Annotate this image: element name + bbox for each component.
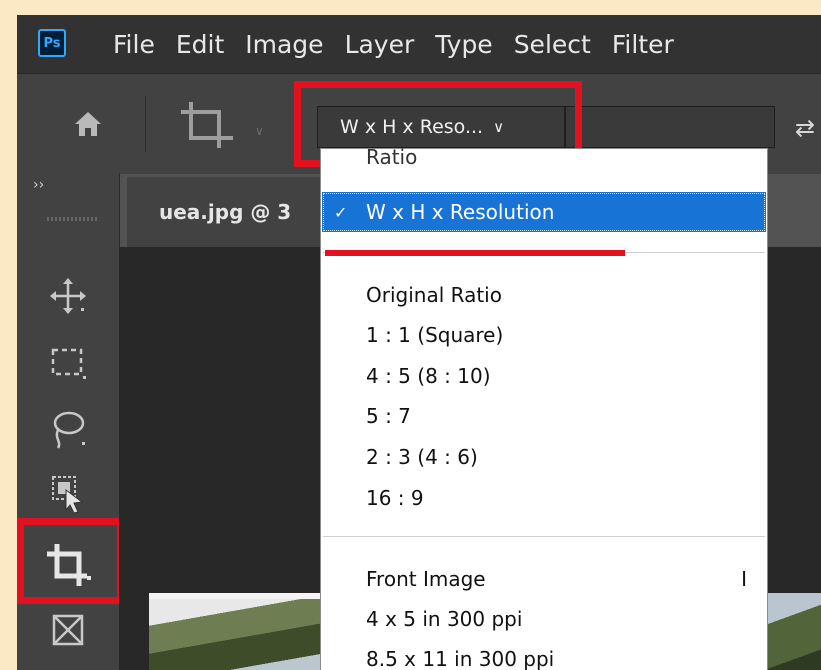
menu-items: File Edit Image Layer Type Select Filter: [113, 15, 695, 73]
ratio-width-input[interactable]: [565, 106, 775, 148]
checkmark-icon: ✓: [334, 202, 348, 222]
home-icon[interactable]: [73, 110, 103, 142]
highlight-box-crop-tool: [17, 518, 124, 604]
menu-image[interactable]: Image: [245, 30, 323, 59]
menu-item-square[interactable]: 1 : 1 (Square): [366, 323, 503, 347]
lasso-tool-icon[interactable]: [37, 401, 99, 459]
menu-item-label: Front Image: [366, 567, 486, 591]
menu-type[interactable]: Type: [435, 30, 492, 59]
frame-tool-icon[interactable]: [37, 601, 99, 659]
panel-grip[interactable]: [47, 217, 97, 221]
crop-tool-preset-icon[interactable]: [177, 98, 237, 154]
crop-preset-menu: Ratio ✓ W x H x Resolution Original Rati…: [320, 145, 768, 670]
image-preview: [149, 593, 329, 670]
menu-bar: Ps File Edit Image Layer Type Select Fil…: [17, 15, 821, 73]
menu-edit[interactable]: Edit: [176, 30, 224, 59]
options-separator: [145, 96, 146, 152]
menu-item-front-image[interactable]: Front Image I: [366, 567, 757, 591]
menu-item-2x3[interactable]: 2 : 3 (4 : 6): [366, 445, 478, 469]
menu-shortcut: I: [741, 567, 747, 591]
menu-item-original-ratio[interactable]: Original Ratio: [366, 283, 502, 307]
menu-divider: [323, 536, 765, 537]
document-tab-label: uea.jpg @ 3: [159, 200, 292, 224]
menu-item-label: W x H x Resolution: [366, 200, 555, 224]
menu-item-16x9[interactable]: 16 : 9: [366, 486, 424, 510]
photoshop-logo[interactable]: Ps: [38, 29, 66, 57]
menu-item-5x7[interactable]: 5 : 7: [366, 404, 411, 428]
highlight-underline: [325, 250, 625, 256]
menu-layer[interactable]: Layer: [345, 30, 415, 59]
menu-item-wxhxresolution[interactable]: ✓ W x H x Resolution: [322, 192, 766, 232]
menu-item-ratio[interactable]: Ratio: [366, 145, 417, 169]
object-selection-tool-icon[interactable]: [37, 465, 99, 523]
move-tool-icon[interactable]: [37, 267, 99, 325]
collapse-panel-icon[interactable]: ››: [33, 177, 44, 193]
menu-filter[interactable]: Filter: [612, 30, 674, 59]
swap-icon[interactable]: ⇄: [795, 114, 815, 142]
marquee-tool-icon[interactable]: [37, 335, 99, 393]
photoshop-window: Ps File Edit Image Layer Type Select Fil…: [17, 15, 821, 670]
menu-file[interactable]: File: [113, 30, 155, 59]
menu-select[interactable]: Select: [514, 30, 591, 59]
menu-item-4x5[interactable]: 4 : 5 (8 : 10): [366, 364, 491, 388]
menu-item-4x5-300ppi[interactable]: 4 x 5 in 300 ppi: [366, 607, 522, 631]
menu-item-8-5x11-300ppi[interactable]: 8.5 x 11 in 300 ppi: [366, 647, 554, 670]
preset-picker-chevron-icon[interactable]: ∨: [255, 124, 264, 138]
image-preview: [761, 593, 821, 670]
